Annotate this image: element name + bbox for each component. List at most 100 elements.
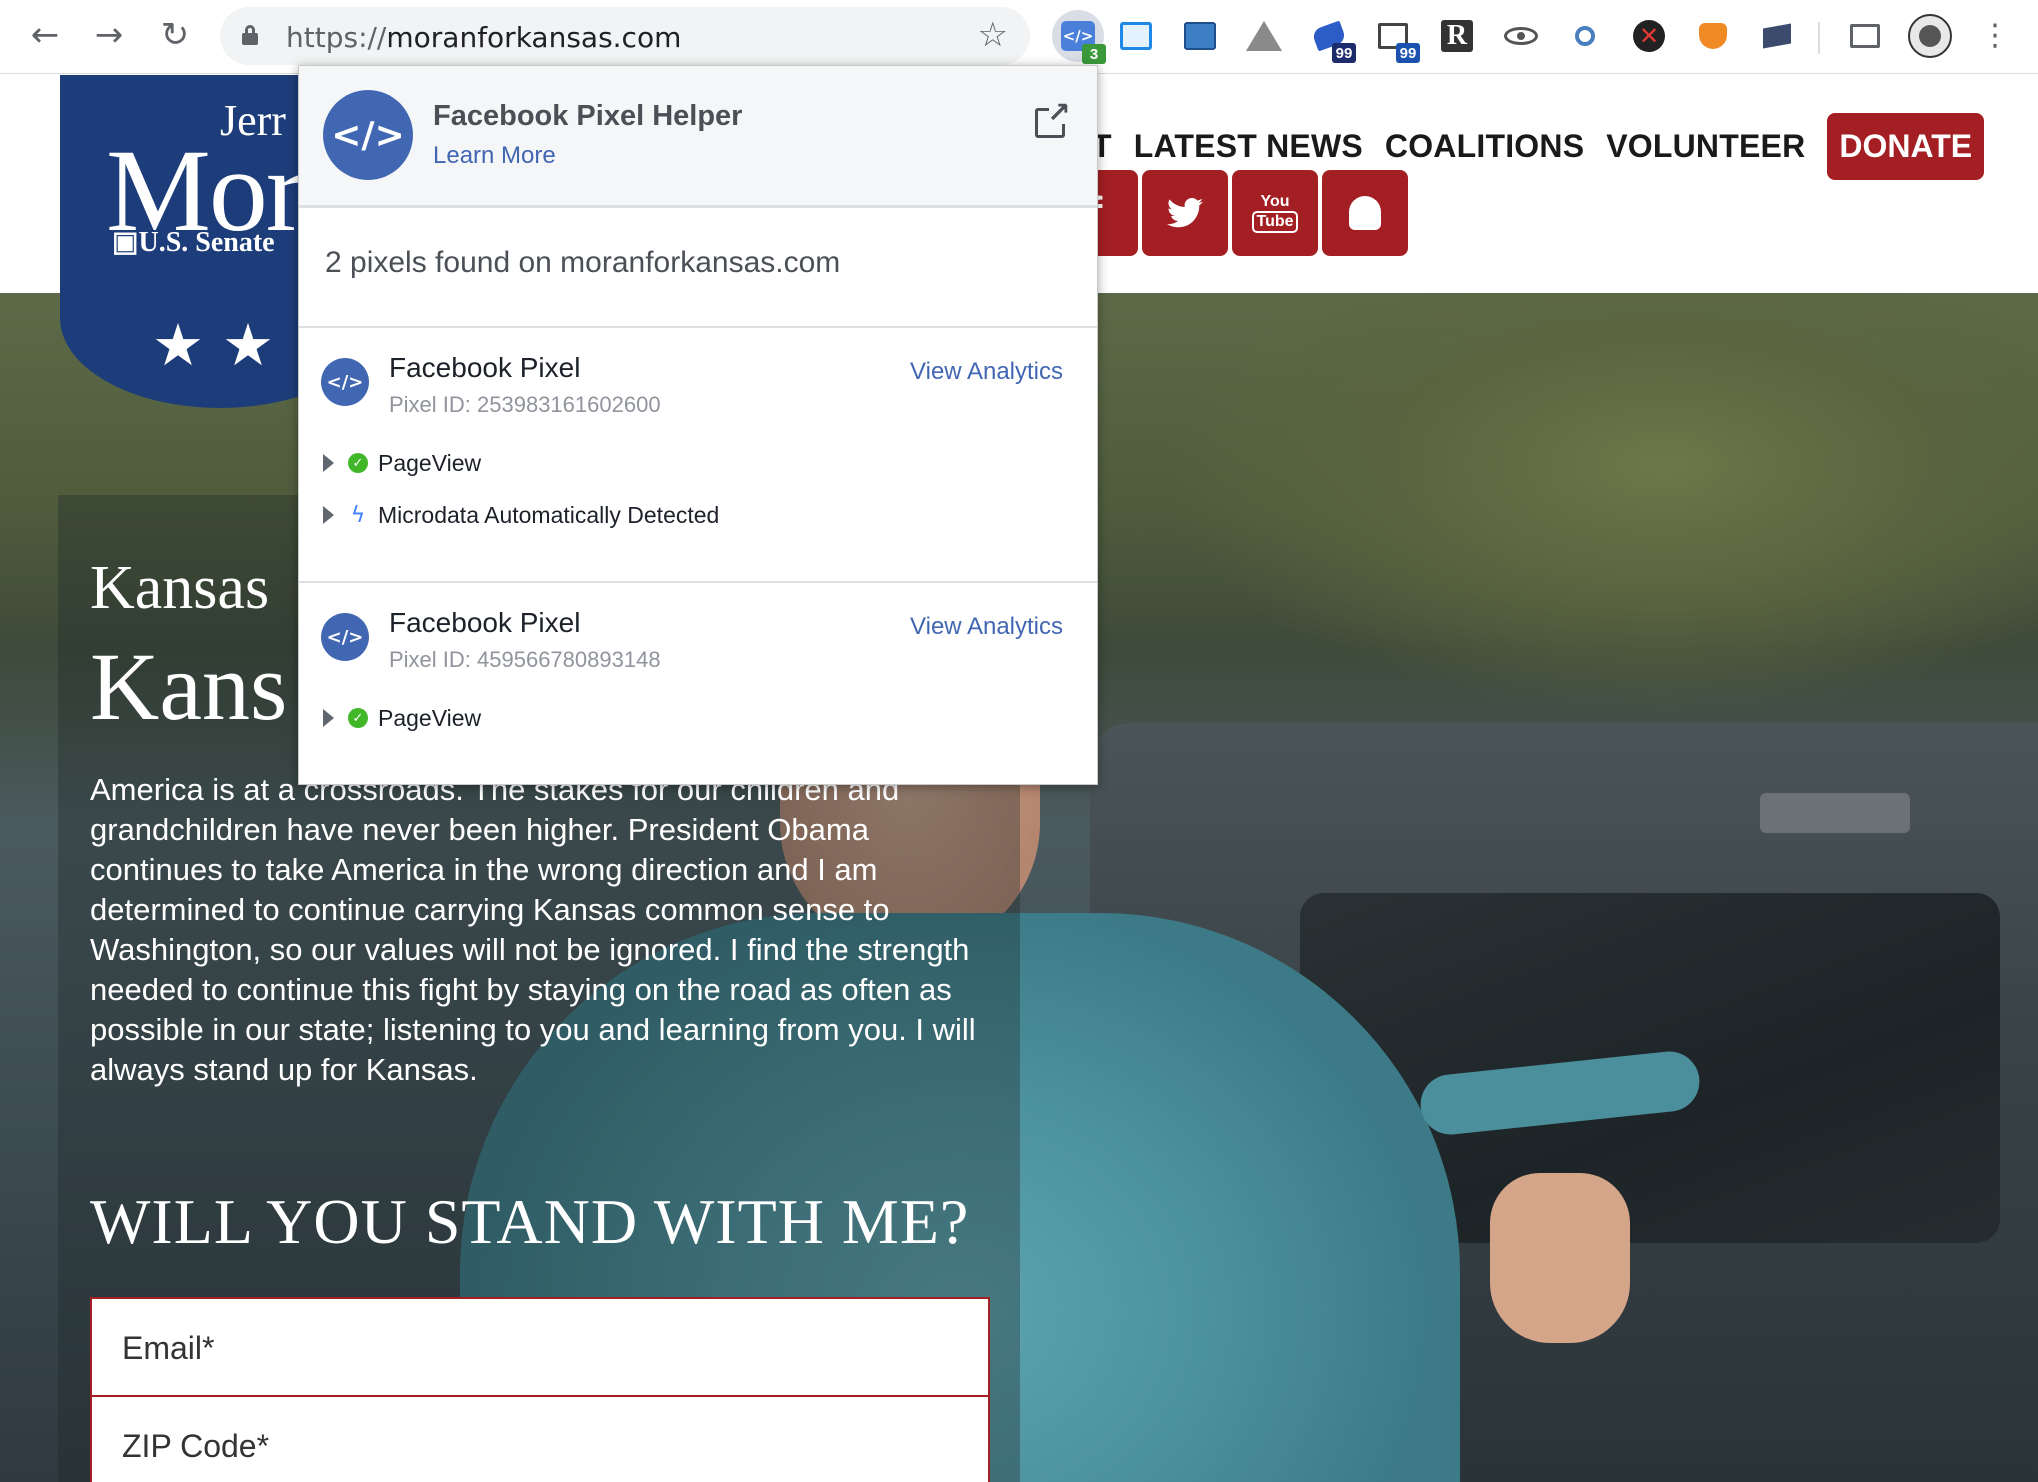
flag-extension[interactable] <box>1758 17 1796 55</box>
twitter-icon <box>1167 198 1203 228</box>
bookmark-star-icon[interactable]: ☆ <box>978 15 1008 55</box>
zip-field-wrapper <box>90 1397 990 1482</box>
view-analytics-link[interactable]: View Analytics <box>910 358 1063 386</box>
youtube-icon: You Tube <box>1252 193 1298 233</box>
truck-light <box>1760 793 1910 833</box>
r-letter-icon: R <box>1441 20 1473 52</box>
tag-extension[interactable]: 99 <box>1374 17 1420 63</box>
window-extension[interactable] <box>1117 17 1155 55</box>
pixel-helper-logo-icon: </> <box>323 90 413 180</box>
search-extension[interactable] <box>1566 17 1604 55</box>
cast-button[interactable] <box>1846 17 1884 55</box>
drive-icon <box>1246 21 1282 51</box>
expand-triangle-icon <box>323 506 334 524</box>
fox-icon <box>1699 23 1727 49</box>
event-label: PageView <box>378 704 482 731</box>
address-bar[interactable]: https://moranforkansas.com ☆ <box>220 7 1030 65</box>
hero-subheading: Kansas <box>90 554 270 622</box>
lightning-icon: ϟ <box>350 502 366 528</box>
pixel-entry: </> Facebook Pixel Pixel ID: 45956678089… <box>299 583 1097 783</box>
url-host: moranforkansas.com <box>386 21 682 54</box>
donate-button[interactable]: DONATE <box>1827 113 1985 180</box>
event-row-microdata[interactable]: ϟ Microdata Automatically Detected <box>323 500 719 530</box>
block-icon: ✕ <box>1633 20 1665 52</box>
social-links: f You Tube <box>1052 170 1412 256</box>
stars-icon: ★★ <box>152 311 292 379</box>
nav-item-volunteer[interactable]: VOLUNTEER <box>1606 128 1805 165</box>
extension-badge: 99 <box>1332 43 1356 63</box>
success-check-icon: ✓ <box>348 708 368 728</box>
pen-extension[interactable]: 99 <box>1310 17 1356 63</box>
twitter-link[interactable] <box>1142 170 1228 256</box>
cast-icon <box>1850 24 1880 48</box>
r-extension[interactable]: R <box>1438 17 1476 55</box>
view-analytics-link[interactable]: View Analytics <box>910 613 1063 641</box>
magnifier-icon <box>1575 26 1595 46</box>
menu-button[interactable]: ⋮ <box>1972 12 2018 58</box>
kebab-menu-icon: ⋮ <box>1980 17 2010 53</box>
url-text[interactable]: https://moranforkansas.com <box>286 21 681 54</box>
flag-icon <box>1763 23 1791 49</box>
facebook-pixel-helper-extension[interactable]: </> 3 <box>1052 10 1106 64</box>
toolbar-divider <box>1818 22 1820 54</box>
pixel-icon: </> <box>321 358 369 406</box>
back-button[interactable]: ← <box>22 12 68 58</box>
youtube-link[interactable]: You Tube <box>1232 170 1318 256</box>
signup-heading: WILL YOU STAND WITH ME? <box>90 1186 970 1257</box>
event-row-pageview[interactable]: ✓ PageView <box>323 448 481 478</box>
pixel-helper-popup: </> Facebook Pixel Helper Learn More ↗ 2… <box>298 65 1098 785</box>
hero-heading: Kans <box>90 633 288 740</box>
lock-icon <box>242 25 258 45</box>
arrow-right-icon: → <box>94 15 124 55</box>
event-label: PageView <box>378 449 482 476</box>
drive-extension[interactable] <box>1245 17 1283 55</box>
url-scheme: https:// <box>286 21 387 54</box>
event-label: Microdata Automatically Detected <box>378 501 720 528</box>
profile-avatar[interactable] <box>1908 14 1952 58</box>
pixel-icon: </> <box>321 613 369 661</box>
nav-item-coalitions[interactable]: COALITIONS <box>1385 128 1584 165</box>
email-field[interactable] <box>122 1323 942 1373</box>
reload-icon: ↻ <box>160 15 190 55</box>
eye-extension[interactable] <box>1502 17 1540 55</box>
forward-button[interactable]: → <box>86 12 132 58</box>
screenshot-icon <box>1184 22 1216 50</box>
eye-icon <box>1504 27 1538 45</box>
screenshot-extension[interactable] <box>1181 17 1219 55</box>
avatar-face-icon <box>1919 25 1941 47</box>
pixel-id: Pixel ID: 459566780893148 <box>389 647 661 672</box>
extension-badge: 99 <box>1396 43 1420 63</box>
youtube-bottom-text: Tube <box>1252 211 1298 233</box>
blocker-extension[interactable]: ✕ <box>1630 17 1668 55</box>
bus-icon: ▣ <box>112 227 139 258</box>
youtube-top-text: You <box>1260 193 1290 210</box>
learn-more-link[interactable]: Learn More <box>433 142 556 170</box>
snapchat-ghost-icon <box>1349 196 1381 230</box>
logo-senate: ▣U.S. Senate <box>112 227 275 258</box>
open-external-icon[interactable]: ↗ <box>1035 96 1071 138</box>
pixel-id: Pixel ID: 253983161602600 <box>389 392 661 417</box>
success-check-icon: ✓ <box>348 453 368 473</box>
pixel-name: Facebook Pixel <box>389 352 581 383</box>
event-row-pageview[interactable]: ✓ PageView <box>323 703 481 733</box>
pixel-entry: </> Facebook Pixel Pixel ID: 25398316160… <box>299 328 1097 578</box>
extension-badge: 3 <box>1082 44 1106 64</box>
popup-title: Facebook Pixel Helper <box>433 100 743 132</box>
popup-header: </> Facebook Pixel Helper Learn More ↗ <box>299 66 1097 208</box>
browser-toolbar: ← → ↻ https://moranforkansas.com ☆ </> 3… <box>0 0 2038 74</box>
pixels-found-summary: 2 pixels found on moranforkansas.com <box>325 246 841 279</box>
reload-button[interactable]: ↻ <box>152 12 198 58</box>
email-field-wrapper <box>90 1297 990 1397</box>
hero-paragraph: America is at a crossroads. The stakes f… <box>90 772 976 1087</box>
nav-item-latest-news[interactable]: LATEST NEWS <box>1134 128 1363 165</box>
expand-triangle-icon <box>323 454 334 472</box>
pixel-name: Facebook Pixel <box>389 607 581 638</box>
window-icon <box>1120 22 1152 50</box>
arrow-left-icon: ← <box>30 15 60 55</box>
trees-background <box>1100 293 2038 723</box>
candidate-hand <box>1490 1173 1630 1343</box>
snapchat-link[interactable] <box>1322 170 1408 256</box>
zip-code-field[interactable] <box>122 1421 942 1471</box>
expand-triangle-icon <box>323 709 334 727</box>
fox-extension[interactable] <box>1694 17 1732 55</box>
